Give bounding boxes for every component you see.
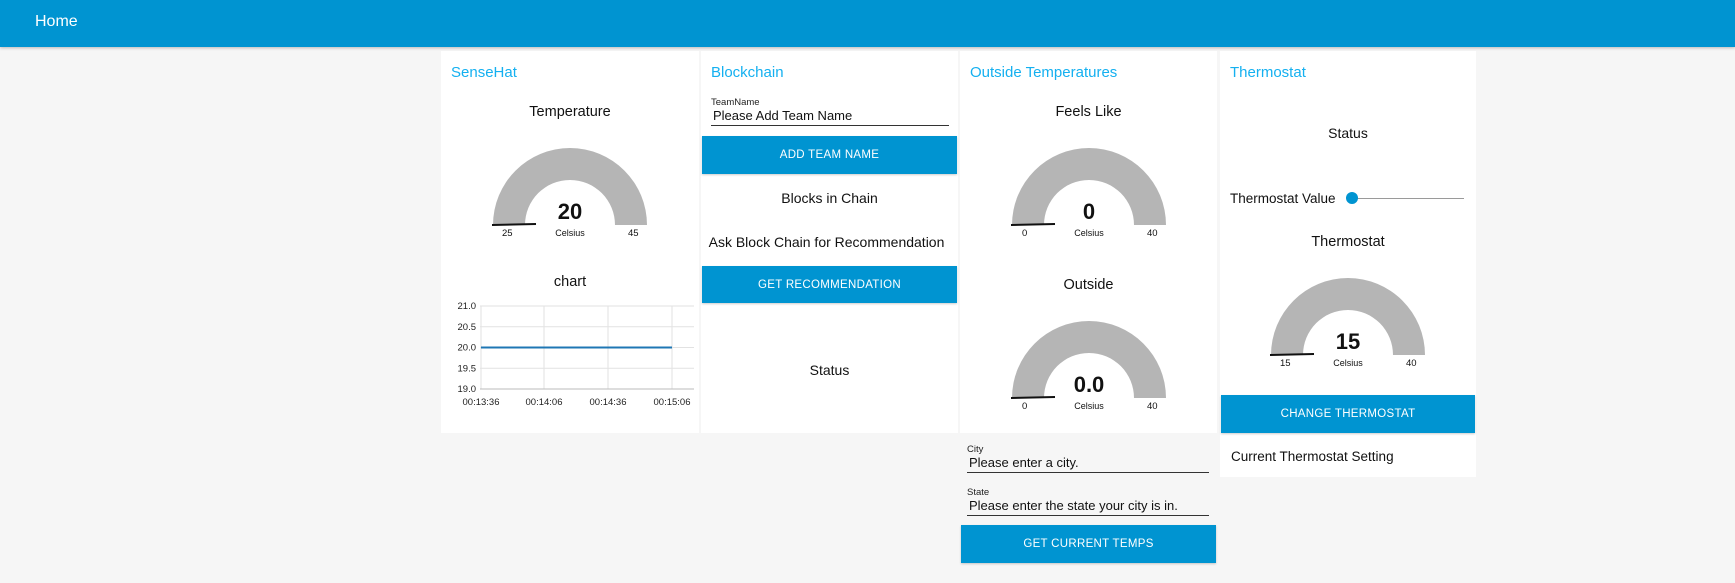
temperature-gauge-min: 25 [502,228,513,239]
chart-y-tick-label: 19.0 [458,384,477,395]
chart-x-tick-label: 00:14:36 [590,397,627,408]
thermostat-slider-label: Thermostat Value [1230,191,1336,206]
outside-gauge: 0.0 Celsius 0 40 [1009,320,1169,412]
change-thermostat-button[interactable]: CHANGE THERMOSTAT [1221,395,1475,433]
temperature-line-chart: 21.0 20.5 20.0 19.5 19.0 00:13:36 00:14:06 00:1… [458,301,694,408]
outside-temperatures-group: Outside Temperatures Feels Like 0 Celsiu… [960,51,1217,433]
team-name-label: TeamName [711,97,760,108]
ask-recommendation-text: Ask Block Chain for Recommendation [708,234,945,250]
city-input[interactable] [967,455,1209,473]
thermostat-gauge-min: 15 [1280,358,1291,369]
team-name-input[interactable] [711,108,949,126]
temperature-gauge-label: Temperature [529,104,611,120]
chart-y-tick-label: 20.0 [458,343,477,354]
top-toolbar: Home [0,0,1735,47]
feels-like-gauge: 0 Celsius 0 40 [1009,147,1169,239]
feels-like-gauge-units: Celsius [1074,228,1104,238]
chart-x-tick-label: 00:15:06 [654,397,691,408]
outside-gauge-max: 40 [1147,401,1158,412]
feels-like-gauge-min: 0 [1022,228,1028,239]
thermostat-group-title: Thermostat [1230,64,1306,81]
thermostat-gauge-value: 15 [1335,329,1361,354]
blockchain-group-title: Blockchain [711,64,784,81]
chart-y-tick-label: 20.5 [458,322,477,333]
blockchain-group: Blockchain TeamName ADD TEAM NAME Blocks… [701,51,958,433]
add-team-name-button[interactable]: ADD TEAM NAME [702,136,957,174]
feels-like-gauge-label: Feels Like [1055,104,1122,120]
thermostat-gauge: 15 Celsius 15 40 [1268,277,1428,369]
page-title: Home [35,13,78,30]
team-name-field: TeamName [705,97,949,127]
feels-like-gauge-max: 40 [1147,228,1158,239]
chart-y-tick-label: 21.0 [458,301,477,312]
state-field: State [961,487,1209,517]
get-recommendation-button[interactable]: GET RECOMMENDATION [702,266,957,303]
thermostat-slider-track [1352,198,1464,199]
get-current-temps-button[interactable]: GET CURRENT TEMPS [961,525,1216,563]
outside-gauge-min: 0 [1022,401,1028,412]
chart-y-tick-label: 19.5 [458,363,477,374]
outside-gauge-units: Celsius [1074,401,1104,411]
thermostat-slider-thumb[interactable] [1346,192,1358,204]
temperature-gauge-value: 20 [557,199,583,224]
sensehat-group: SenseHat Temperature 20 Celsius 25 45 ch… [441,51,699,433]
chart-x-tick-label: 00:13:36 [463,397,500,408]
outside-temperatures-group-title: Outside Temperatures [970,64,1118,81]
thermostat-status-text: Status [1328,125,1368,141]
temperature-gauge-units: Celsius [555,228,585,238]
feels-like-gauge-value: 0 [1082,199,1096,224]
blockchain-status-text: Status [809,362,850,378]
city-label: City [967,444,984,455]
current-thermostat-setting-text: Current Thermostat Setting [1231,449,1394,464]
city-field: City [961,444,1209,474]
outside-gauge-value: 0.0 [1073,372,1105,397]
thermostat-gauge-label: Thermostat [1311,234,1385,250]
blocks-in-chain-text: Blocks in Chain [781,190,878,206]
temperature-gauge: 20 Celsius 25 45 [490,147,650,239]
state-label: State [967,487,990,498]
temperature-gauge-max: 45 [628,228,639,239]
thermostat-gauge-max: 40 [1406,358,1417,369]
chart-x-tick-label: 00:14:06 [526,397,563,408]
chart-label: chart [553,274,587,290]
state-input[interactable] [967,498,1209,516]
sensehat-group-title: SenseHat [451,64,517,81]
outside-gauge-label: Outside [1063,277,1114,293]
thermostat-gauge-units: Celsius [1333,358,1363,368]
thermostat-group: Thermostat Status Thermostat Value Therm… [1220,51,1476,477]
thermostat-slider[interactable] [1346,183,1464,215]
